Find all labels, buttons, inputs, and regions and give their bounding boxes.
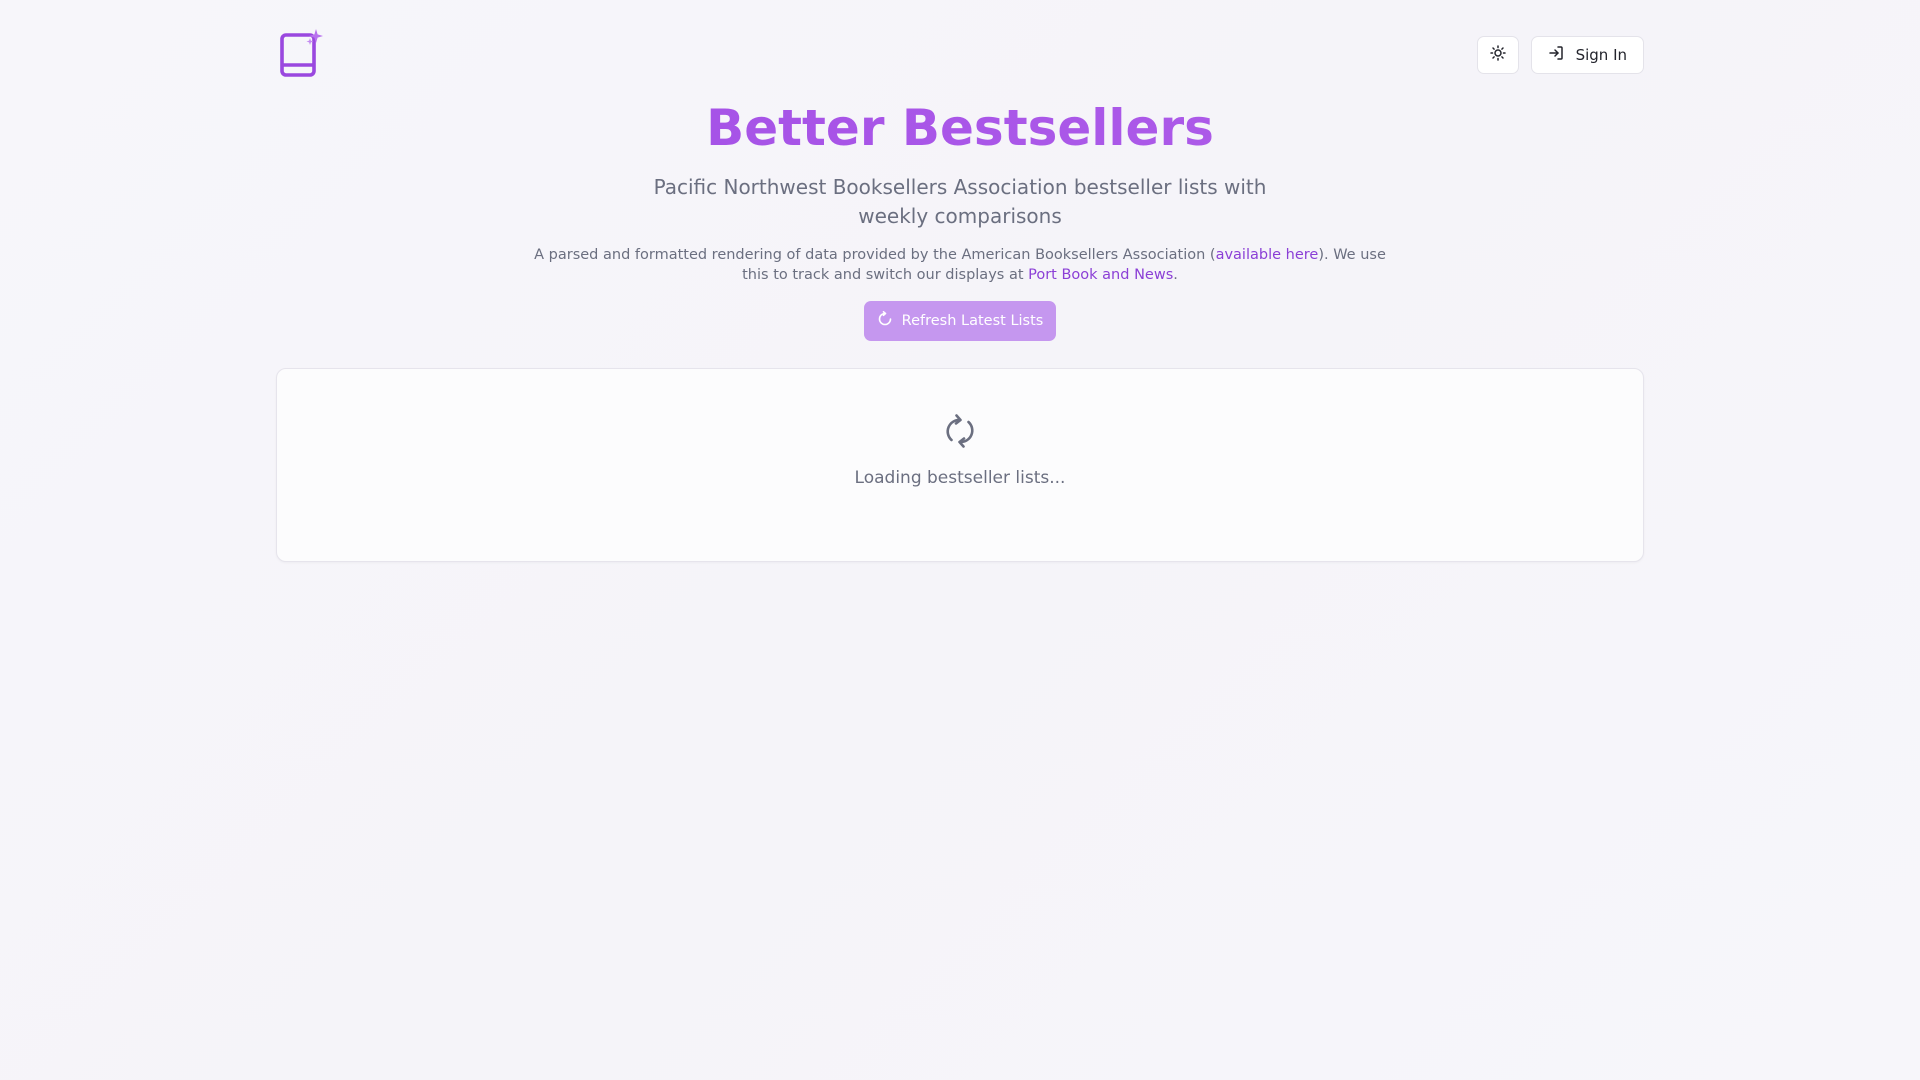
refresh-icon: [877, 311, 893, 331]
description-text-1: A parsed and formatted rendering of data…: [534, 247, 1216, 263]
loading-text: Loading bestseller lists...: [854, 468, 1066, 488]
page-subtitle: Pacific Northwest Booksellers Associatio…: [653, 175, 1267, 228]
header-actions: Sign In: [1476, 36, 1644, 74]
sign-in-button[interactable]: Sign In: [1530, 36, 1644, 74]
hero-section: Better Bestsellers Pacific Northwest Boo…: [276, 95, 1644, 341]
page-title: Better Bestsellers: [276, 95, 1644, 161]
refresh-label: Refresh Latest Lists: [901, 313, 1044, 329]
sign-in-label: Sign In: [1575, 46, 1627, 64]
loading-spinner-icon: [943, 413, 977, 449]
theme-toggle-button[interactable]: [1476, 36, 1519, 74]
sun-icon: [1489, 45, 1506, 65]
port-book-and-news-link[interactable]: Port Book and News: [1028, 267, 1173, 283]
book-sparkle-icon[interactable]: [276, 26, 330, 80]
page-description: A parsed and formatted rendering of data…: [520, 245, 1400, 285]
available-here-link[interactable]: available here: [1216, 247, 1319, 263]
bestseller-lists-card: Loading bestseller lists...: [276, 368, 1644, 562]
app-container: Sign In Better Bestsellers Pacific North…: [276, 0, 1644, 1080]
sign-in-icon: [1548, 45, 1564, 65]
description-text-3: .: [1173, 267, 1178, 283]
refresh-latest-lists-button[interactable]: Refresh Latest Lists: [864, 301, 1056, 341]
